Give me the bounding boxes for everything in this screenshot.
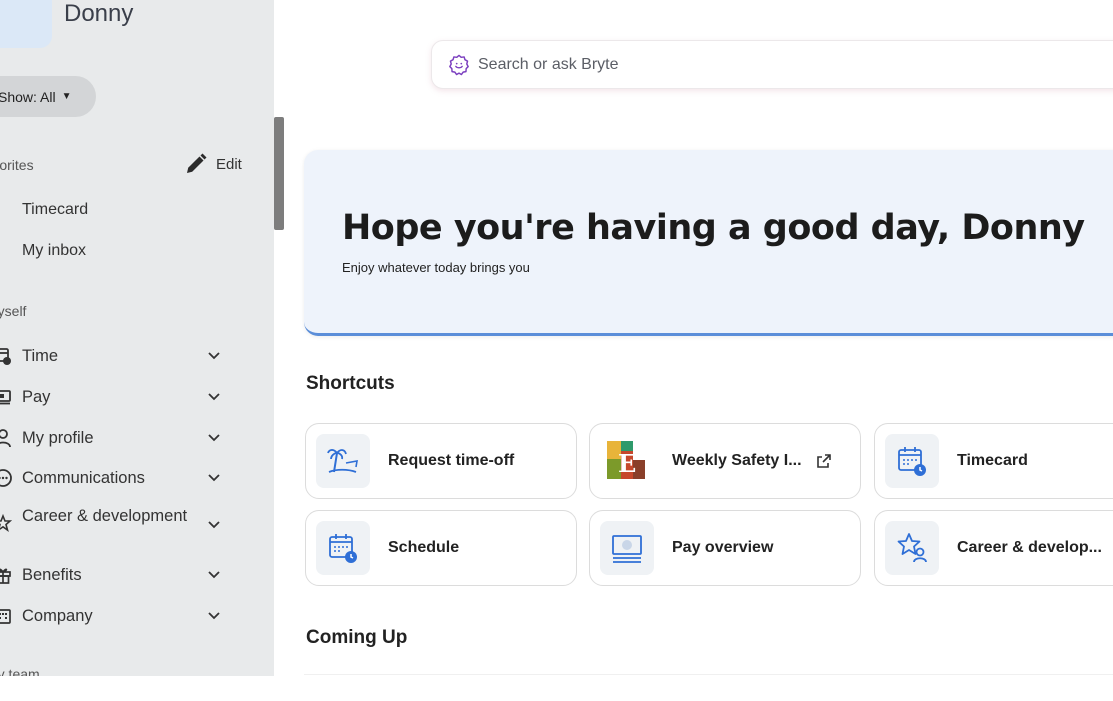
shortcut-request-time-off[interactable]: Request time-off bbox=[305, 423, 577, 499]
shortcut-label: Weekly Safety I... bbox=[672, 452, 802, 469]
shortcut-timecard[interactable]: Timecard bbox=[874, 423, 1113, 499]
show-filter-label: Show: All bbox=[0, 88, 56, 105]
timecard-icon bbox=[885, 434, 939, 488]
app-root: Donny Show: All ▼ Favorites Edit Timecar… bbox=[0, 0, 1113, 701]
pay-icon bbox=[0, 387, 14, 407]
nav-item-benefits[interactable]: Benefits bbox=[0, 565, 232, 585]
company-icon bbox=[0, 606, 14, 626]
pencil-icon bbox=[187, 153, 207, 173]
nav-item-career-development[interactable]: Career & development bbox=[0, 507, 232, 533]
shortcut-pay-overview[interactable]: Pay overview bbox=[589, 510, 861, 586]
shortcut-career-development[interactable]: Career & develop... bbox=[874, 510, 1113, 586]
nav-item-my-profile[interactable]: My profile bbox=[0, 428, 232, 448]
chevron-down-icon[interactable] bbox=[206, 430, 222, 446]
svg-text:E: E bbox=[618, 449, 636, 478]
nav-label-career-development: Career & development bbox=[22, 507, 188, 525]
career-icon bbox=[0, 513, 14, 533]
pay-overview-icon bbox=[600, 521, 654, 575]
external-link-icon bbox=[816, 454, 831, 468]
communications-icon bbox=[0, 468, 14, 488]
time-off-icon bbox=[316, 434, 370, 488]
welcome-title: Hope you're having a good day, Donny bbox=[342, 208, 1085, 248]
nav-item-pay[interactable]: Pay bbox=[0, 387, 232, 407]
divider bbox=[304, 674, 1113, 675]
search-placeholder: Search or ask Bryte bbox=[478, 55, 619, 73]
shortcut-weekly-safety[interactable]: E Weekly Safety I... bbox=[589, 423, 861, 499]
shortcut-label: Career & develop... bbox=[957, 539, 1102, 556]
chevron-down-icon[interactable] bbox=[206, 567, 222, 583]
time-icon bbox=[0, 346, 14, 366]
nav-label-time: Time bbox=[22, 347, 59, 365]
nav-label-my-profile: My profile bbox=[22, 429, 94, 447]
myself-section-title: Myself bbox=[0, 303, 27, 319]
nav-label-pay: Pay bbox=[22, 388, 51, 406]
shortcut-label: Pay overview bbox=[672, 539, 774, 556]
my-team-section-title: My team bbox=[0, 666, 40, 676]
welcome-subtitle: Enjoy whatever today brings you bbox=[342, 260, 530, 275]
nav-label-company: Company bbox=[22, 607, 93, 625]
edit-label: Edit bbox=[216, 155, 242, 173]
caret-down-icon: ▼ bbox=[61, 91, 72, 102]
shortcut-label: Request time-off bbox=[388, 452, 515, 469]
weekly-safety-logo-icon: E bbox=[600, 434, 654, 488]
sidebar: Donny Show: All ▼ Favorites Edit Timecar… bbox=[0, 0, 274, 676]
favorite-item-timecard[interactable]: Timecard bbox=[22, 201, 88, 219]
benefits-icon bbox=[0, 565, 14, 585]
sidebar-scrollbar[interactable] bbox=[274, 117, 284, 230]
main-content: Search or ask Bryte Hope you're having a… bbox=[284, 0, 1113, 701]
nav-item-time[interactable]: Time bbox=[0, 346, 232, 366]
shortcut-label: Timecard bbox=[957, 452, 1028, 469]
career-development-icon bbox=[885, 521, 939, 575]
chevron-down-icon[interactable] bbox=[206, 470, 222, 486]
nav-item-company[interactable]: Company bbox=[0, 606, 232, 626]
bryte-assistant-icon bbox=[449, 54, 469, 75]
profile-icon bbox=[0, 428, 14, 448]
edit-favorites-button[interactable]: Edit bbox=[184, 152, 242, 176]
chevron-down-icon[interactable] bbox=[206, 389, 222, 405]
shortcut-schedule[interactable]: Schedule bbox=[305, 510, 577, 586]
favorite-item-my-inbox[interactable]: My inbox bbox=[22, 242, 86, 260]
shortcut-label: Schedule bbox=[388, 539, 460, 556]
schedule-icon bbox=[316, 521, 370, 575]
chevron-down-icon[interactable] bbox=[206, 348, 222, 364]
nav-item-communications[interactable]: Communications bbox=[0, 468, 232, 488]
welcome-banner: Hope you're having a good day, Donny Enj… bbox=[304, 150, 1113, 336]
chevron-down-icon[interactable] bbox=[206, 517, 222, 533]
user-name: Donny bbox=[64, 0, 134, 27]
show-filter-dropdown[interactable]: Show: All ▼ bbox=[0, 76, 96, 117]
nav-label-communications: Communications bbox=[22, 469, 145, 487]
coming-up-title: Coming Up bbox=[306, 627, 408, 648]
shortcuts-title: Shortcuts bbox=[306, 373, 395, 394]
chevron-down-icon[interactable] bbox=[206, 608, 222, 624]
search-bar[interactable]: Search or ask Bryte bbox=[431, 40, 1113, 89]
avatar[interactable] bbox=[0, 0, 52, 48]
favorites-section-title: Favorites bbox=[0, 157, 34, 173]
nav-label-benefits: Benefits bbox=[22, 566, 82, 584]
